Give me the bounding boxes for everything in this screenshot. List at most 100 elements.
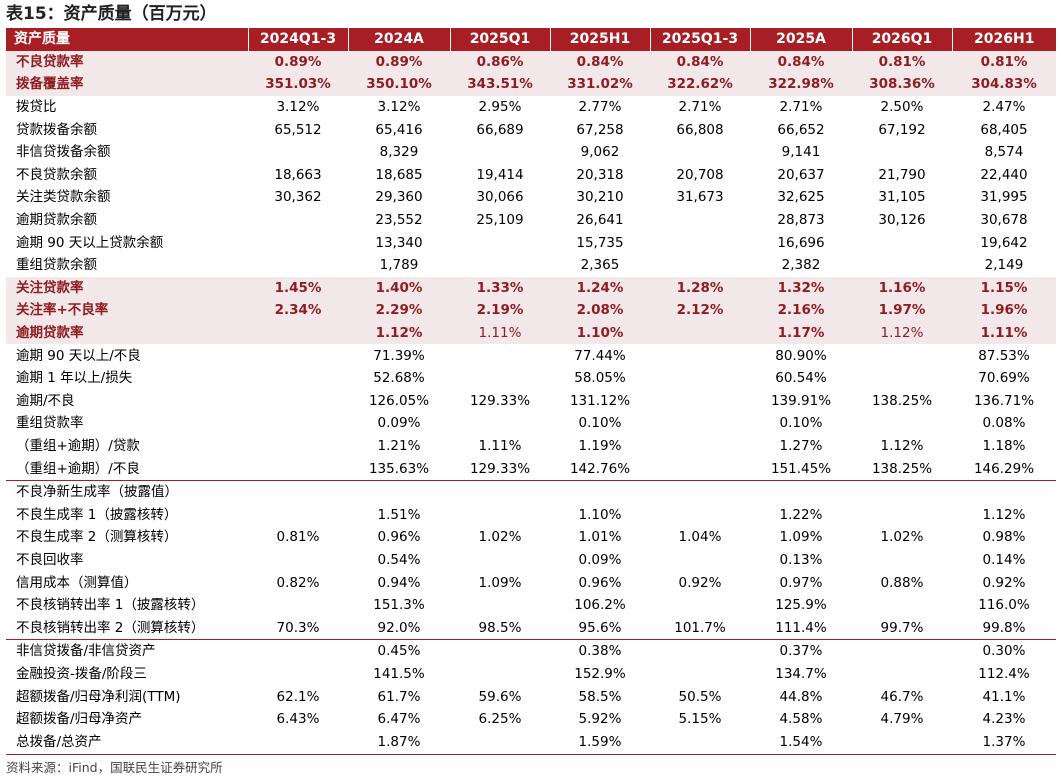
table-cell (650, 366, 750, 390)
table-cell: 1.18% (952, 434, 1056, 458)
table-cell (650, 457, 750, 481)
table-cell (650, 321, 750, 345)
table-cell: 136.71% (952, 389, 1056, 413)
table-cell: 139.91% (750, 389, 852, 413)
table-cell: 0.84% (650, 50, 750, 74)
table-cell: 138.25% (852, 457, 952, 481)
table-cell (450, 593, 550, 617)
table-cell (248, 366, 348, 390)
table-row: 逾期/不良 126.05% 129.33% 131.12% 139.91% 138.25%… (6, 389, 1056, 413)
table-cell: 0.08% (952, 412, 1056, 435)
table-cell: 3.12% (348, 95, 450, 119)
table-cell: 129.33% (450, 457, 550, 481)
table-cell (450, 412, 550, 435)
table-cell: 0.86% (450, 50, 550, 74)
table-cell: 2.19% (450, 299, 550, 322)
table-row: 关注贷款率 1.45% 1.40% 1.33% 1.24% 1.28% 1.32% 1.16%… (6, 276, 1056, 300)
table-cell: 1.45% (248, 276, 348, 300)
table-cell: 2.95% (450, 95, 550, 119)
table-cell: 111.4% (750, 616, 852, 641)
table-cell: 1,789 (348, 253, 450, 277)
table-cell: 13,340 (348, 231, 450, 254)
table-cell: 65,416 (348, 118, 450, 141)
table-cell: 1.87% (348, 730, 450, 753)
table-cell (852, 231, 952, 254)
table-cell: 138.25% (852, 389, 952, 413)
table-cell: 2,149 (952, 253, 1056, 277)
table-row: 重组贷款余额 1,789 2,365 2,382 2,149 (6, 253, 1056, 277)
table-row: 不良贷款率 0.89% 0.89% 0.86% 0.84% 0.84% 0.84% 0.81%… (6, 50, 1056, 74)
table-cell: 58.05% (550, 366, 650, 390)
table-cell: 67,192 (852, 118, 952, 141)
row-label: 逾期 1 年以上/损失 (6, 366, 248, 390)
table-cell: 65,512 (248, 118, 348, 141)
table-cell: 2.29% (348, 299, 450, 322)
table-cell (348, 480, 450, 504)
table-cell: 0.84% (550, 50, 650, 74)
row-label: 不良回收率 (6, 548, 248, 572)
table-cell: 18,685 (348, 163, 450, 187)
header-cell-period: 2025H1 (550, 28, 651, 51)
table-cell (852, 548, 952, 572)
table-cell: 1.11% (450, 321, 550, 345)
table-cell: 16,696 (750, 231, 852, 254)
table-cell: 1.11% (952, 321, 1056, 345)
table-cell: 29,360 (348, 186, 450, 209)
table-cell (650, 208, 750, 232)
table-cell: 331.02% (550, 73, 650, 96)
table-cell (852, 480, 952, 504)
table-cell: 142.76% (550, 457, 650, 481)
table-cell: 0.30% (952, 639, 1056, 663)
table-cell: 1.02% (852, 526, 952, 549)
table-cell: 1.11% (450, 434, 550, 458)
table-cell: 1.40% (348, 276, 450, 300)
table-cell: 1.12% (952, 503, 1056, 527)
table-cell: 350.10% (348, 73, 450, 96)
table-cell: 1.54% (750, 730, 852, 753)
table-cell: 99.7% (852, 616, 952, 641)
table-cell: 0.54% (348, 548, 450, 572)
table-cell (248, 344, 348, 367)
table-cell: 308.36% (852, 73, 952, 96)
row-label: 不良贷款率 (6, 50, 248, 74)
table-cell (248, 321, 348, 345)
header-cell-period: 2026H1 (952, 28, 1056, 51)
table-cell: 129.33% (450, 389, 550, 413)
table-cell (852, 503, 952, 527)
table-cell: 30,678 (952, 208, 1056, 232)
table-cell: 0.10% (750, 412, 852, 435)
table-cell (852, 662, 952, 686)
table-cell: 5.15% (650, 707, 750, 731)
table-row: 拨贷比 3.12% 3.12% 2.95% 2.77% 2.71% 2.71% 2.50% 2.… (6, 95, 1056, 119)
row-label: 逾期 90 天以上贷款余额 (6, 231, 248, 254)
table-cell: 23,552 (348, 208, 450, 232)
table-cell: 0.81% (852, 50, 952, 74)
table-cell (852, 253, 952, 277)
row-label: 逾期/不良 (6, 389, 248, 413)
table-cell: 58.5% (550, 685, 650, 708)
table-cell (852, 412, 952, 435)
table-body: 不良贷款率 0.89% 0.89% 0.86% 0.84% 0.84% 0.84% 0.81%… (6, 50, 1056, 753)
table-cell: 152.9% (550, 662, 650, 686)
table-cell (450, 480, 550, 504)
table-cell: 60.54% (750, 366, 852, 390)
table-cell: 1.12% (852, 321, 952, 345)
table-cell (450, 503, 550, 527)
table-cell: 68,405 (952, 118, 1056, 141)
table-cell (450, 639, 550, 663)
table-cell (450, 253, 550, 277)
table-cell (650, 253, 750, 277)
table-cell: 2.34% (248, 299, 348, 322)
table-cell: 30,210 (550, 186, 650, 209)
table-row: 不良贷款余额 18,663 18,685 19,414 20,318 20,708 20,6… (6, 163, 1056, 187)
table-cell (248, 389, 348, 413)
table-cell: 112.4% (952, 662, 1056, 686)
row-label: 总拨备/总资产 (6, 730, 248, 753)
table-cell (450, 366, 550, 390)
table-cell: 1.51% (348, 503, 450, 527)
table-cell: 0.98% (952, 526, 1056, 549)
table-cell: 304.83% (952, 73, 1056, 96)
table-cell: 0.14% (952, 548, 1056, 572)
table-row: 总拨备/总资产 1.87% 1.59% 1.54% 1.37% (6, 730, 1056, 753)
table-cell: 66,689 (450, 118, 550, 141)
